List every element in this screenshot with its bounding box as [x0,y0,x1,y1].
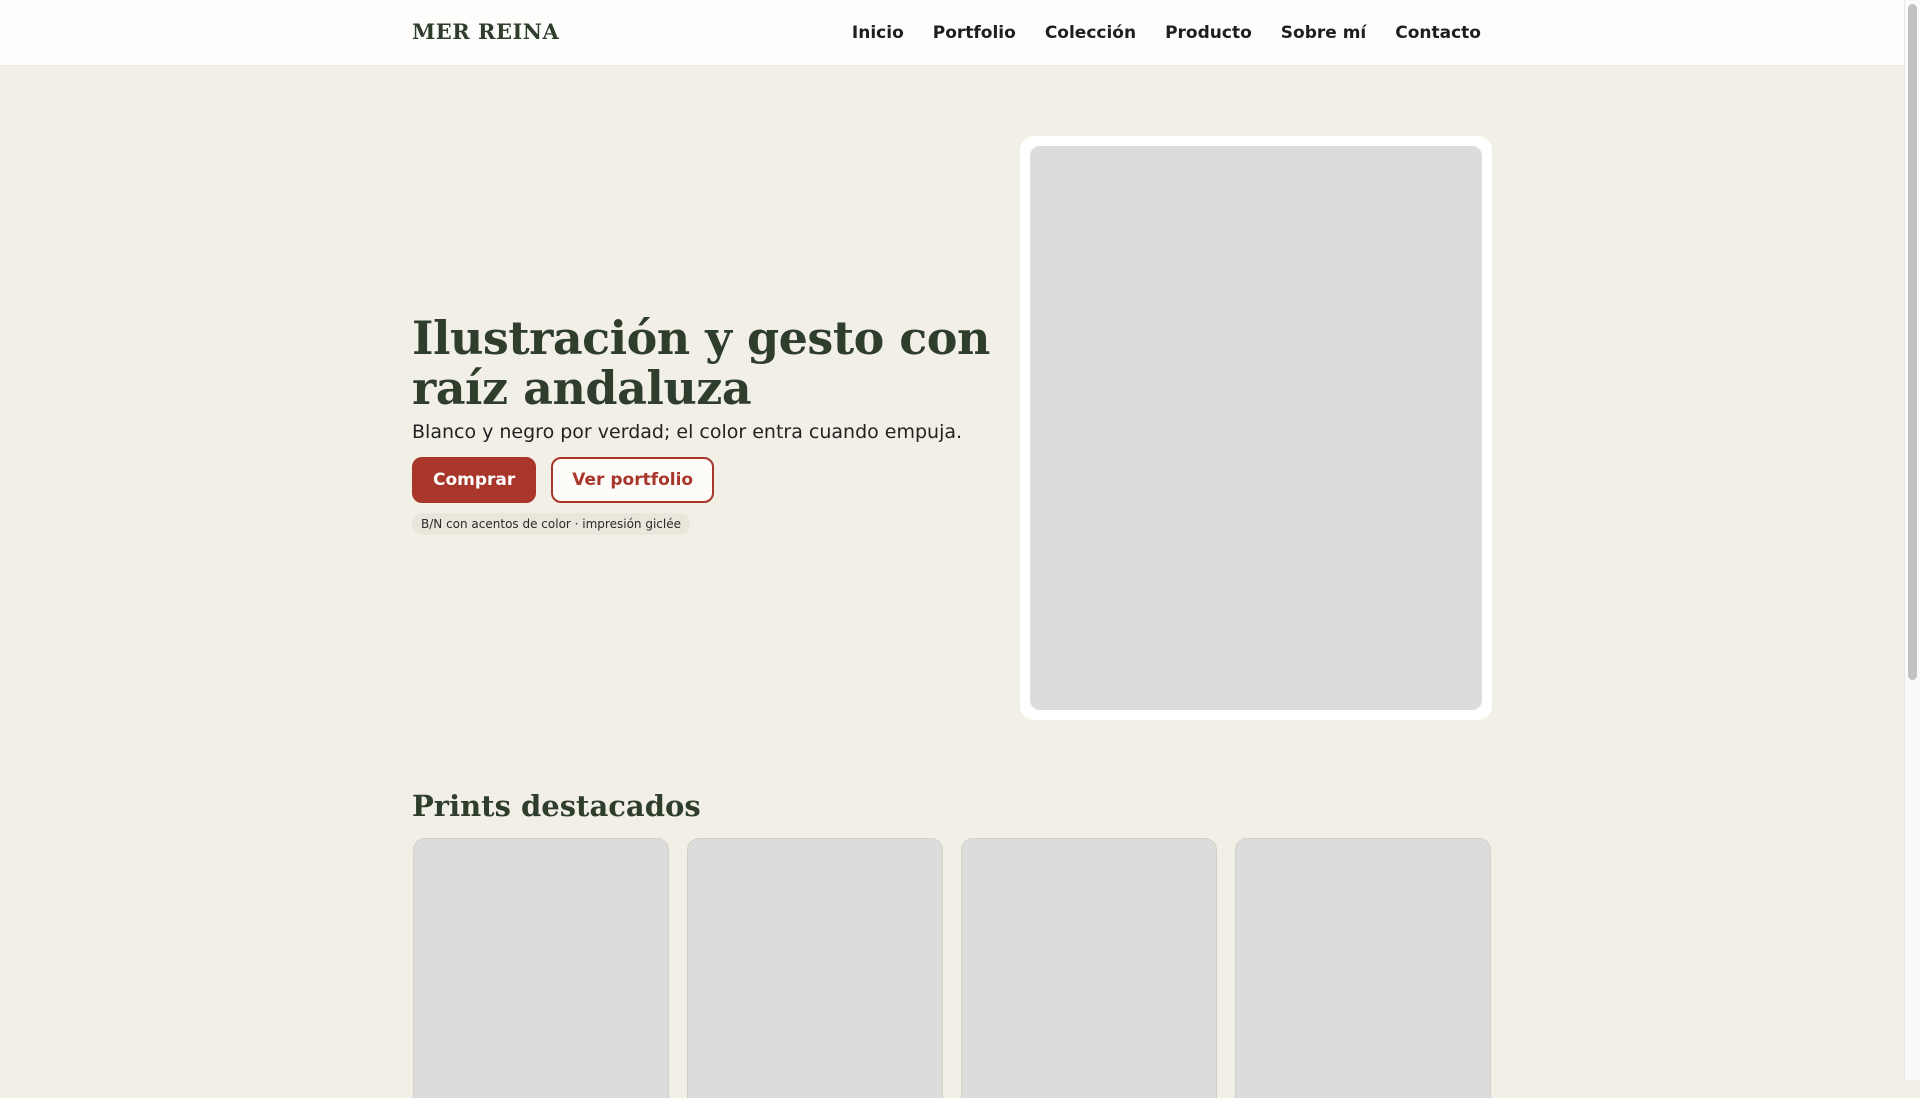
scrollbar-thumb[interactable] [1908,4,1917,680]
featured-prints-grid [413,838,1491,1098]
view-portfolio-button[interactable]: Ver portfolio [551,457,715,503]
featured-prints-title: Prints destacados [412,789,701,823]
hero-cta-row: Comprar Ver portfolio [412,457,1002,503]
main-nav: Inicio Portfolio Colección Producto Sobr… [852,0,1481,65]
buy-button[interactable]: Comprar [412,457,537,503]
print-info-tag: B/N con acentos de color · impresión gic… [412,513,690,535]
print-card[interactable] [687,838,943,1098]
print-card[interactable] [1235,838,1491,1098]
print-card[interactable] [413,838,669,1098]
nav-portfolio[interactable]: Portfolio [933,23,1016,43]
nav-sobre-mi[interactable]: Sobre mí [1281,23,1366,43]
brand-logo[interactable]: MER REINA [412,19,559,44]
site-header: MER REINA Inicio Portfolio Colección Pro… [0,0,1905,66]
hero-image-card [1020,136,1492,720]
nav-coleccion[interactable]: Colección [1045,23,1136,43]
nav-contacto[interactable]: Contacto [1395,23,1481,43]
hero-title: Ilustración y gesto con raíz andaluza [412,311,990,415]
hero-subtitle: Blanco y negro por verdad; el color entr… [412,421,963,443]
hero-section: Ilustración y gesto con raíz andaluza Bl… [412,313,1002,535]
page-scrollbar[interactable] [1904,0,1920,1080]
print-card[interactable] [961,838,1217,1098]
hero-image-placeholder [1030,146,1482,710]
nav-producto[interactable]: Producto [1165,23,1252,43]
nav-inicio[interactable]: Inicio [852,23,904,43]
